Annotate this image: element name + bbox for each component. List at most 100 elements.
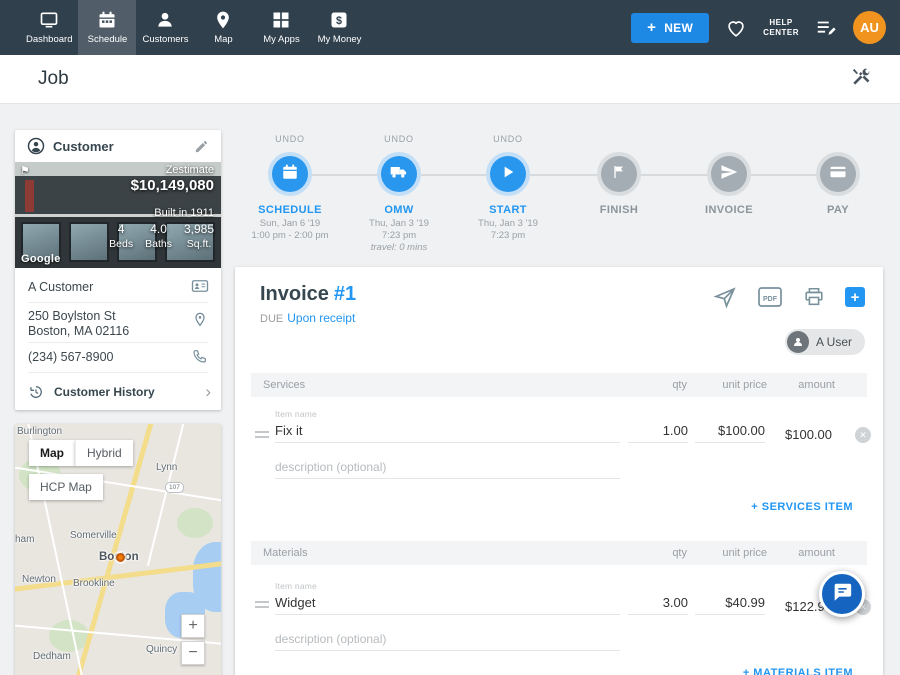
step-invoice-button[interactable] — [711, 156, 747, 192]
material-description-input[interactable] — [275, 627, 620, 651]
materials-header: Materials — [263, 547, 308, 559]
add-invoice-button[interactable]: + — [845, 287, 865, 307]
step-finish-button[interactable] — [601, 156, 637, 192]
due-value-link[interactable]: Upon receipt — [287, 311, 355, 325]
edit-pencil-icon[interactable] — [194, 139, 209, 154]
nav-items: Dashboard Schedule Customers Map My Apps… — [20, 0, 368, 55]
step-schedule-button[interactable] — [272, 156, 308, 192]
map-label: Lynn — [156, 462, 177, 473]
nav-my-apps[interactable]: My Apps — [252, 0, 310, 55]
add-services-item-link[interactable]: + SERVICES ITEM — [751, 501, 853, 513]
user-avatar[interactable]: AU — [853, 11, 886, 44]
built-year: Built in 1911 — [109, 207, 214, 219]
map-type-hybrid-button[interactable]: Hybrid — [75, 440, 133, 466]
print-icon[interactable] — [803, 286, 825, 308]
remove-service-item-button[interactable]: ✕ — [855, 427, 871, 443]
service-unit-price-input[interactable] — [695, 419, 765, 443]
beds-label: Beds — [109, 238, 133, 250]
step-pay-button[interactable] — [820, 156, 856, 192]
undo-start-link[interactable]: UNDO — [453, 134, 563, 144]
amount-column-header: amount — [798, 379, 835, 391]
invoice-due: DUEUpon receipt — [260, 311, 355, 325]
service-qty-input[interactable] — [628, 419, 688, 443]
nav-customers[interactable]: Customers — [136, 0, 194, 55]
photo-decoration — [25, 180, 34, 212]
contact-card-icon[interactable] — [191, 277, 209, 300]
phone-icon[interactable] — [192, 348, 208, 369]
help-center-line2: CENTER — [763, 28, 799, 38]
step-schedule-label: SCHEDULE — [235, 204, 345, 216]
assignee-chip[interactable]: A User — [785, 329, 865, 355]
add-materials-item-link[interactable]: + MATERIALS ITEM — [743, 667, 853, 675]
help-center-link[interactable]: HELP CENTER — [763, 18, 799, 38]
new-button[interactable]: + NEW — [631, 13, 709, 43]
chat-fab-button[interactable] — [819, 571, 865, 617]
step-start-button[interactable] — [490, 156, 526, 192]
drag-handle[interactable] — [255, 431, 269, 441]
pdf-icon[interactable]: PDF — [757, 286, 783, 308]
stepper-connector — [290, 174, 838, 176]
pdf-label: PDF — [763, 296, 778, 303]
step-schedule-time: 1:00 pm - 2:00 pm — [230, 230, 350, 241]
invoice-toolbar: PDF + — [713, 285, 865, 309]
service-amount: $100.00 — [785, 427, 832, 442]
service-item-name-input[interactable] — [275, 419, 620, 443]
nav-map[interactable]: Map — [194, 0, 252, 55]
property-stats: 4 Beds 4.0 Baths 3,985 Sq.ft. — [109, 222, 214, 250]
job-location-marker[interactable] — [116, 553, 125, 562]
calendar-icon — [281, 163, 299, 186]
customer-history-row[interactable]: Customer History › — [15, 373, 221, 410]
item-name-label: Item name — [275, 581, 317, 591]
photo-decoration — [69, 222, 109, 262]
nav-schedule[interactable]: Schedule — [78, 0, 136, 55]
customer-card: Customer ⚑ Zestimate $10,149,080 Built i… — [15, 130, 221, 410]
step-finish-label: FINISH — [564, 204, 674, 216]
chevron-right-icon: › — [205, 383, 211, 400]
job-tools-icon[interactable] — [850, 66, 872, 93]
flag-icon: ⚑ — [20, 164, 30, 177]
zestimate-value: $10,149,080 — [109, 177, 214, 194]
hcp-map-button[interactable]: HCP Map — [29, 474, 103, 500]
history-clock-icon — [28, 384, 44, 400]
new-button-label: NEW — [664, 21, 693, 35]
nav-my-money-label: My Money — [318, 34, 362, 45]
undo-schedule-link[interactable]: UNDO — [235, 134, 345, 144]
item-name-label: Item name — [275, 409, 317, 419]
material-item-name-input[interactable] — [275, 591, 620, 615]
zoom-in-button[interactable]: + — [181, 614, 205, 638]
location-pin-icon[interactable] — [192, 312, 208, 333]
customer-address-line1: 250 Boylston St — [28, 309, 116, 323]
zestimate-block: Zestimate $10,149,080 Built in 1911 4 Be… — [109, 164, 214, 250]
step-omw-label: OMW — [344, 204, 454, 216]
step-omw-button[interactable] — [381, 156, 417, 192]
send-invoice-icon[interactable] — [713, 285, 737, 309]
zoom-out-button[interactable]: − — [181, 641, 205, 665]
heart-icon[interactable] — [725, 17, 747, 39]
material-qty-input[interactable] — [628, 591, 688, 615]
material-unit-price-input[interactable] — [695, 591, 765, 615]
step-omw-date: Thu, Jan 3 '19 — [339, 218, 459, 229]
customer-phone: (234) 567-8900 — [28, 350, 113, 364]
nav-dashboard-label: Dashboard — [26, 34, 72, 45]
drag-handle[interactable] — [255, 601, 269, 611]
notes-edit-icon[interactable] — [815, 17, 837, 39]
invoice-number: #1 — [334, 283, 356, 305]
step-start-date: Thu, Jan 3 '19 — [448, 218, 568, 229]
play-icon — [500, 164, 516, 185]
customer-history-label: Customer History — [54, 385, 155, 399]
svg-text:$: $ — [336, 15, 342, 27]
service-description-input[interactable] — [275, 455, 620, 479]
app-root: Dashboard Schedule Customers Map My Apps… — [0, 0, 900, 675]
nav-dashboard[interactable]: Dashboard — [20, 0, 78, 55]
baths-label: Baths — [145, 238, 172, 250]
divider — [28, 302, 208, 303]
google-watermark: Google — [21, 253, 61, 265]
sqft-label: Sq.ft. — [187, 238, 212, 250]
map-canvas[interactable]: Burlington Lynn 107 Somerville Boston Ne… — [15, 424, 221, 675]
step-omw-time: 7:23 pm — [339, 230, 459, 241]
map-type-map-button[interactable]: Map — [29, 440, 75, 466]
assignee-name: A User — [816, 335, 852, 349]
nav-my-money[interactable]: $ My Money — [310, 0, 368, 55]
route-shield: 107 — [165, 482, 184, 493]
undo-omw-link[interactable]: UNDO — [344, 134, 454, 144]
